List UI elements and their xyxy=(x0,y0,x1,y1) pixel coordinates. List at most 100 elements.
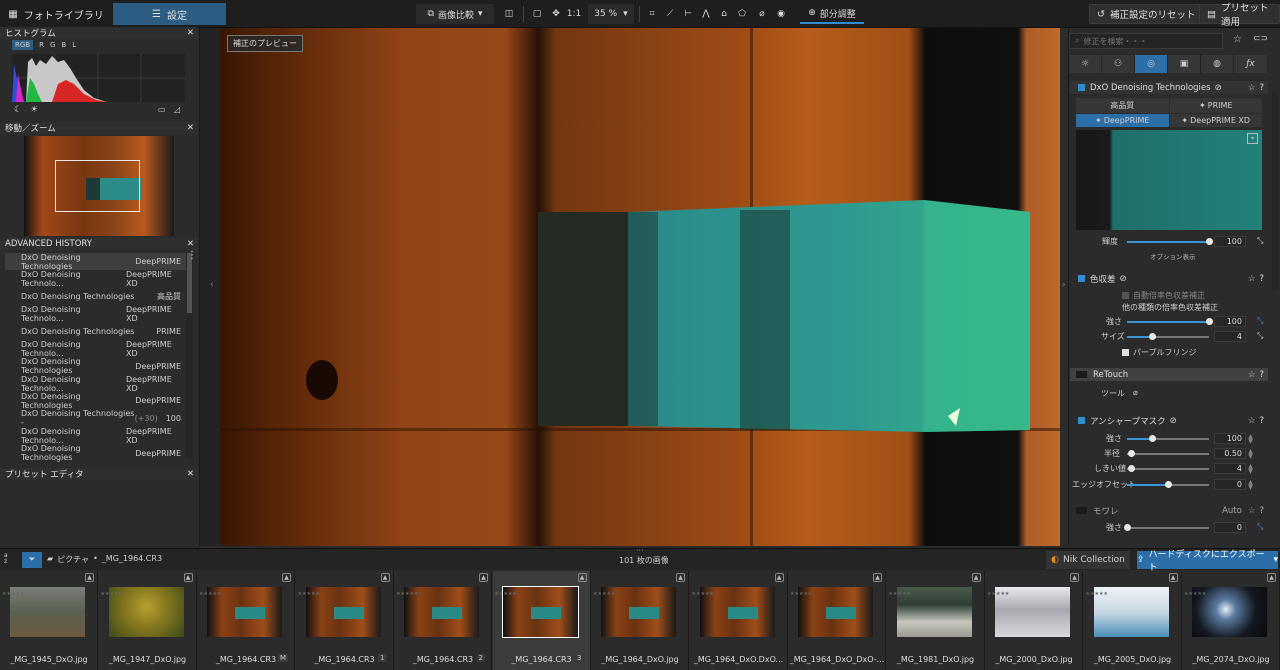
lock-icon[interactable]: ▲ xyxy=(1267,573,1276,582)
filmstrip-thumbnail[interactable]: ★★★★★ ▲ _MG_1964_DxO.jpg xyxy=(591,571,689,670)
ca-size-knob[interactable] xyxy=(1148,333,1156,340)
breadcrumb-folder[interactable]: ピクチャ xyxy=(57,554,89,565)
us-radius-value[interactable]: 0.50 xyxy=(1214,448,1246,459)
pipette-icon[interactable]: ⤡ xyxy=(1257,316,1263,326)
mode-deepprime-button[interactable]: ✦ DeepPRIME xyxy=(1076,114,1169,127)
lock-icon[interactable]: ▲ xyxy=(971,573,981,582)
tab-photo-library[interactable]: ▦ フォトライブラリ xyxy=(0,3,112,25)
checkbox[interactable] xyxy=(1122,292,1129,299)
filter-icon[interactable]: ⏷ xyxy=(22,552,42,568)
rating-stars-icon[interactable]: ★★★★★ xyxy=(396,591,418,597)
moire-strength-slider[interactable] xyxy=(1124,524,1209,531)
star-icon[interactable]: ☆ xyxy=(1233,34,1242,45)
zoom-select[interactable]: 35 % ▾ xyxy=(588,4,634,24)
filmstrip-thumbnail[interactable]: ★★★★★ ▲ _MG_1981_DxO.jpg xyxy=(886,571,985,670)
us-threshold-slider[interactable] xyxy=(1127,465,1209,472)
close-icon[interactable]: ✕ xyxy=(187,123,194,133)
bandage-icon[interactable]: ⌀ xyxy=(1133,388,1138,399)
help-icon[interactable]: ? xyxy=(1259,370,1264,380)
star-icon[interactable]: ☆ xyxy=(1248,370,1256,380)
ca-header[interactable]: 色収差 ⊘ ☆ ? xyxy=(1070,272,1268,285)
preview-image[interactable] xyxy=(220,28,1060,546)
eye-hidden-icon[interactable]: ⊘ xyxy=(1170,416,1177,426)
split-view-icon[interactable]: ◫ xyxy=(500,4,518,24)
history-row[interactable]: DxO Denoising Technologies DeepPRIME xyxy=(5,444,187,462)
history-row[interactable]: DxO Denoising Technolo... DeepPRIME XD xyxy=(5,375,187,393)
reset-button[interactable]: ↺ 補正設定のリセット xyxy=(1089,4,1204,24)
filmstrip-thumbnail[interactable]: ★★★★★ ▲ _MG_1964_DxO.DxO... xyxy=(689,571,788,670)
history-row[interactable]: DxO Denoising Technolo... DeepPRIME XD xyxy=(5,270,187,288)
filmstrip-thumbnail[interactable]: ★★★★★ ▲ _MG_1964_DxO_DxO-... xyxy=(788,571,886,670)
export-button[interactable]: ⇪ ハードディスクにエクスポート ▾ xyxy=(1137,550,1278,573)
rating-stars-icon[interactable]: ★★★★★ xyxy=(298,591,320,597)
options-toggle[interactable]: オプション表示 xyxy=(1150,251,1196,261)
rating-stars-icon[interactable]: ★★★★★ xyxy=(593,591,615,597)
us-strength-value[interactable]: 100 xyxy=(1214,433,1246,444)
moire-strength-value[interactable]: 0 xyxy=(1214,522,1246,533)
rating-stars-icon[interactable]: ★★★★★ xyxy=(889,591,911,597)
denoise-header[interactable]: DxO Denoising Technologies ⊘ ☆ ? xyxy=(1070,81,1268,94)
stepper[interactable]: ▲ ▼ xyxy=(1247,463,1254,474)
ca-size-slider[interactable] xyxy=(1127,333,1209,340)
fit-icon[interactable]: ▢ xyxy=(530,4,544,24)
lock-icon[interactable]: ▲ xyxy=(873,573,882,582)
enable-checkbox[interactable] xyxy=(1078,275,1085,282)
filmstrip-thumbnail[interactable]: ★★★★★ ▲ _MG_2000_DxO.jpg xyxy=(985,571,1083,670)
star-icon[interactable]: ☆ xyxy=(1248,274,1256,284)
us-edge-knob[interactable] xyxy=(1165,481,1172,488)
rating-stars-icon[interactable]: ★★★★★ xyxy=(1184,591,1206,597)
close-icon[interactable]: ✕ xyxy=(187,28,194,38)
lock-icon[interactable]: ▲ xyxy=(1168,573,1178,582)
ca-auto-option[interactable]: 自動倍率色収差補正 xyxy=(1122,290,1205,301)
right-arrow-icon[interactable]: › xyxy=(1062,280,1066,290)
breadcrumb-file[interactable]: _MG_1964.CR3 xyxy=(102,554,162,565)
filmstrip-thumbnail[interactable]: ★★★★★▲_MG_1964.CR33 xyxy=(492,571,591,670)
pipette-icon[interactable]: ⤡ xyxy=(1257,331,1263,341)
filmstrip-thumbnail[interactable]: ★★★★★ ▲ _MG_2074_DxO.jpg xyxy=(1182,571,1280,670)
help-icon[interactable]: ? xyxy=(1259,83,1264,93)
stepper[interactable]: ▲ ▼ xyxy=(1247,448,1254,459)
lock-icon[interactable]: ▲ xyxy=(282,573,291,582)
rating-stars-icon[interactable]: ★★★★★ xyxy=(2,591,24,597)
eye-icon[interactable]: ◉ xyxy=(774,4,788,24)
star-icon[interactable]: ☆ xyxy=(1248,506,1256,516)
perspective-8pt-icon[interactable]: ⌂ xyxy=(717,4,731,24)
history-scrollbar[interactable] xyxy=(186,253,193,458)
moire-strength-knob[interactable] xyxy=(1124,524,1131,531)
lock-icon[interactable]: ▲ xyxy=(183,573,193,582)
compare-button[interactable]: ⧉ 画像比較 ▾ xyxy=(416,4,494,24)
channel-rgb[interactable]: RGB xyxy=(12,40,34,50)
navigator-viewport-frame[interactable] xyxy=(55,160,140,212)
monitor-icon[interactable]: ▭ xyxy=(158,105,166,114)
volume-deformation-icon[interactable]: ⬠ xyxy=(735,4,749,24)
rating-stars-icon[interactable]: ★★★★★ xyxy=(1086,591,1108,597)
enable-checkbox[interactable] xyxy=(1078,417,1085,424)
help-icon[interactable]: ? xyxy=(1259,506,1264,516)
pipette-icon[interactable]: ⤡ xyxy=(1257,522,1263,532)
enable-checkbox[interactable] xyxy=(1078,84,1085,91)
stepper[interactable]: ▲ ▼ xyxy=(1247,433,1254,444)
close-icon[interactable]: ✕ xyxy=(187,239,194,249)
retouch-toggle[interactable] xyxy=(1076,371,1087,378)
eyedropper-icon[interactable]: ⟋ xyxy=(663,4,677,24)
star-icon[interactable]: ☆ xyxy=(1248,83,1256,93)
right-scrollbar[interactable] xyxy=(1272,90,1278,290)
history-row[interactable]: DxO Denoising Technologies - (+30) 100 xyxy=(5,409,187,427)
channel-r[interactable]: R xyxy=(39,40,44,50)
help-icon[interactable]: ? xyxy=(1259,416,1264,426)
history-row[interactable]: DxO Denoising Technologies DeepPRIME xyxy=(5,253,187,271)
move-icon[interactable]: ✥ xyxy=(549,4,563,24)
history-menu-icon[interactable]: ⋮ xyxy=(187,250,197,261)
channel-g[interactable]: G xyxy=(50,40,55,50)
lock-icon[interactable]: ▲ xyxy=(774,573,784,582)
lock-icon[interactable]: ▲ xyxy=(380,573,390,582)
sort-icon[interactable]: a z xyxy=(4,553,12,565)
mode-deepprime-xd-button[interactable]: ✦ DeepPRIME XD xyxy=(1169,114,1262,127)
left-arrow-icon[interactable]: ‹ xyxy=(210,280,214,290)
us-threshold-value[interactable]: 4 xyxy=(1214,463,1246,474)
crop-icon[interactable]: ⌗ xyxy=(645,4,659,24)
rating-stars-icon[interactable]: ★★★★★ xyxy=(199,591,221,597)
stepper[interactable]: ▲ ▼ xyxy=(1247,479,1254,490)
us-edge-value[interactable]: 0 xyxy=(1214,479,1246,490)
zoom-1to1-button[interactable]: 1:1 xyxy=(566,4,582,24)
